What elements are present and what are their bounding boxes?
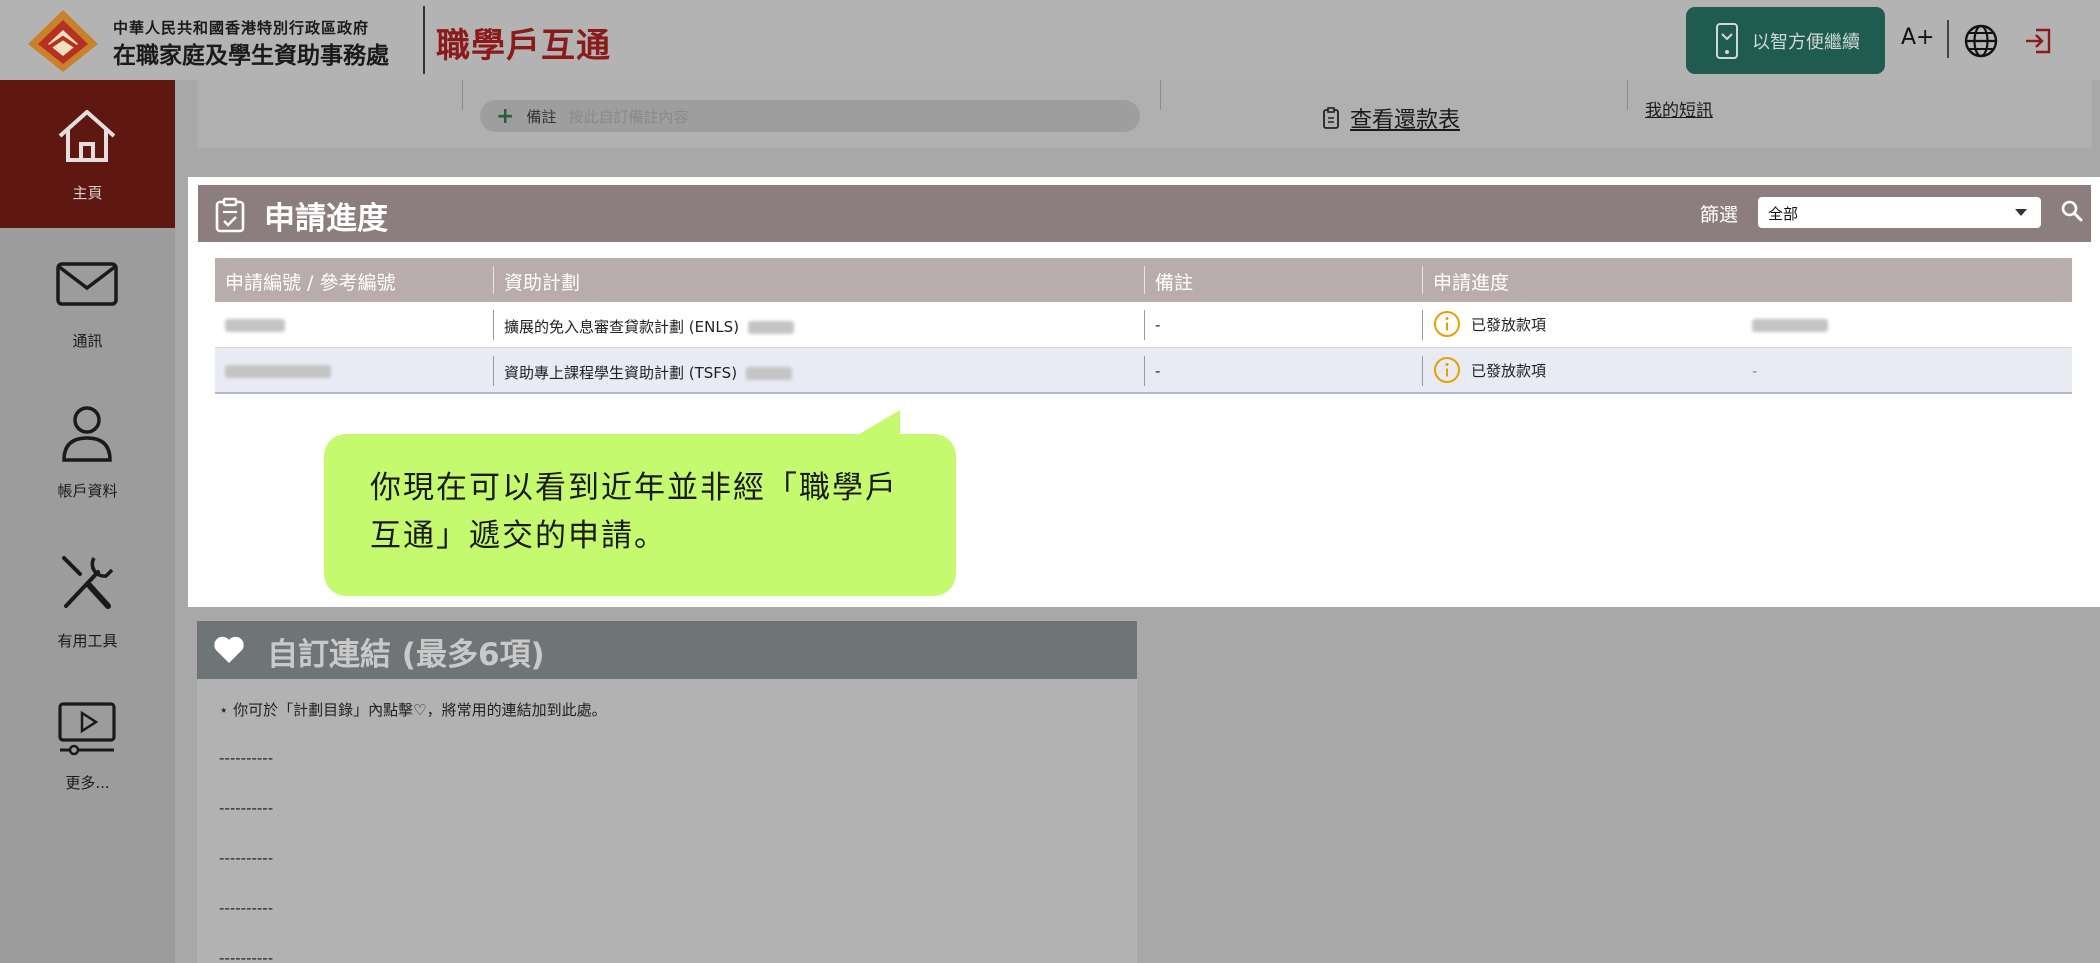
status-extra: - (1752, 362, 1758, 380)
column-divider (1144, 310, 1145, 340)
column-divider (493, 356, 494, 386)
custom-links-body: ⋆ 你可於「計劃目錄」內點擊♡，將常用的連結加到此處。 ---------- -… (197, 679, 1137, 963)
strip-separator (462, 80, 463, 110)
column-divider (1422, 310, 1423, 340)
sidebar-item-label: 帳戶資料 (57, 482, 118, 500)
status-date (1752, 316, 1828, 334)
filter-label: 篩選 (1700, 204, 1739, 226)
column-divider (1144, 266, 1145, 294)
globe-icon[interactable] (1963, 23, 1999, 59)
top-header: 中華人民共和國香港特別行政區政府 在職家庭及學生資助事務處 職學戶互通 以智方便… (0, 0, 2100, 80)
column-header-scheme: 資助計劃 (504, 272, 581, 294)
table-row[interactable]: 擴展的免入息審查貸款計劃 (ENLS) - 已發放款項 (215, 302, 2072, 348)
remark-cell: - (1155, 316, 1161, 334)
clipboard-icon (1323, 107, 1339, 129)
reference-number (225, 316, 285, 334)
status-text: 已發放款項 (1471, 315, 1547, 334)
custom-links-header: 自訂連結 (最多6項) (197, 621, 1137, 679)
gov-name: 中華人民共和國香港特別行政區政府 (113, 19, 370, 37)
application-table: 申請編號 / 參考編號 資助計劃 備註 申請進度 擴展的免入息審查貸款計劃 (E… (215, 258, 2072, 394)
search-icon[interactable] (2060, 199, 2084, 223)
column-header-remarks: 備註 (1155, 272, 1194, 294)
sidebar-item-more[interactable]: 更多... (0, 672, 175, 820)
scheme-cell: 資助專上課程學生資助計劃 (TSFS) (504, 362, 792, 383)
sidebar-item-label: 有用工具 (57, 632, 118, 650)
iamsmart-button[interactable]: 以智方便繼續 (1686, 7, 1885, 74)
note-label: 備註 (526, 107, 557, 126)
scheme-cell: 擴展的免入息審查貸款計劃 (ENLS) (504, 316, 794, 337)
tooltip-pointer (856, 410, 900, 436)
star-icon: ⋆ (219, 701, 234, 719)
clipboard-check-icon (215, 197, 245, 233)
note-placeholder: 按此自訂備註內容 (568, 107, 689, 126)
column-header-status: 申請進度 (1433, 272, 1510, 294)
heart-icon (214, 636, 244, 663)
repayment-label: 查看還款表 (1350, 108, 1461, 133)
sidebar-nav: 主頁 通訊 帳戶資料 有用工具 更多... (0, 80, 175, 963)
table-row[interactable]: 資助專上課程學生資助計劃 (TSFS) - 已發放款項 - (215, 348, 2072, 394)
sidebar-item-tools[interactable]: 有用工具 (0, 524, 175, 672)
panel-title: 申請進度 (264, 201, 388, 237)
status-text: 已發放款項 (1471, 361, 1547, 380)
panel-header: 申請進度 篩選 全部 (198, 185, 2091, 242)
info-icon[interactable] (1433, 356, 1461, 384)
sidebar-item-account[interactable]: 帳戶資料 (0, 376, 175, 524)
info-icon[interactable] (1433, 310, 1461, 338)
sidebar-item-label: 通訊 (72, 332, 103, 350)
custom-links-title: 自訂連結 (最多6項) (267, 637, 545, 673)
custom-link-slot[interactable]: ---------- (219, 799, 273, 817)
filter-value: 全部 (1768, 205, 1799, 223)
column-divider (1422, 266, 1423, 294)
remark-cell: - (1155, 362, 1161, 380)
user-icon (62, 406, 112, 462)
sidebar-item-messages[interactable]: 通訊 (0, 228, 175, 376)
scheme-name: 擴展的免入息審查貸款計劃 (ENLS) (504, 318, 740, 336)
custom-link-slot[interactable]: ---------- (219, 899, 273, 917)
column-divider (1422, 356, 1423, 386)
column-divider (1144, 356, 1145, 386)
tooltip-text: 你現在可以看到近年並非經「職學戶互通」遞交的申請。 (370, 470, 898, 554)
custom-link-slot[interactable]: ---------- (219, 949, 273, 963)
custom-link-slot[interactable]: ---------- (219, 749, 273, 767)
sidebar-item-label: 更多... (65, 774, 110, 792)
reference-number (225, 362, 331, 380)
table-header: 申請編號 / 參考編號 資助計劃 備註 申請進度 (215, 258, 2072, 302)
custom-link-slot[interactable]: ---------- (219, 849, 273, 867)
logout-icon[interactable] (2023, 26, 2053, 56)
scheme-name: 資助專上課程學生資助計劃 (TSFS) (504, 364, 738, 382)
portal-brand[interactable]: 職學戶互通 (436, 18, 611, 67)
status-cell: 已發放款項 (1433, 310, 1546, 338)
column-header-reference: 申請編號 / 參考編號 (225, 272, 396, 294)
summary-strip: + 備註 按此自訂備註內容 查看還款表 我的短訊 (197, 80, 2092, 148)
wfsfaa-logo-icon[interactable] (26, 8, 100, 74)
hint-text: 你可於「計劃目錄」內點擊♡，將常用的連結加到此處。 (233, 701, 607, 719)
tutorial-tooltip: 你現在可以看到近年並非經「職學戶互通」遞交的申請。 (324, 410, 956, 596)
home-icon (58, 110, 116, 162)
column-divider (493, 310, 494, 340)
custom-links-hint: ⋆ 你可於「計劃目錄」內點擊♡，將常用的連結加到此處。 (219, 699, 607, 720)
sidebar-item-home[interactable]: 主頁 (0, 80, 175, 228)
chevron-down-icon (2015, 209, 2027, 216)
strip-separator (1160, 80, 1161, 110)
smartphone-icon (1716, 22, 1738, 59)
tools-icon (62, 556, 114, 609)
repayment-schedule-link[interactable]: 查看還款表 (1322, 102, 1460, 134)
my-sms-link[interactable]: 我的短訊 (1645, 96, 1713, 121)
add-icon: + (496, 103, 515, 129)
column-divider (493, 266, 494, 294)
video-icon (58, 702, 116, 756)
brand-divider (423, 6, 425, 74)
mail-icon (56, 262, 118, 306)
font-size-button[interactable]: A+ (1901, 25, 1934, 50)
header-separator (1947, 20, 1949, 58)
status-cell: 已發放款項 (1433, 356, 1546, 384)
sidebar-item-label: 主頁 (72, 184, 103, 202)
add-note-field[interactable]: + 備註 按此自訂備註內容 (480, 100, 1140, 132)
iamsmart-label: 以智方便繼續 (1752, 31, 1860, 53)
strip-separator (1627, 80, 1628, 110)
filter-dropdown[interactable]: 全部 (1758, 197, 2041, 228)
agency-name: 在職家庭及學生資助事務處 (113, 43, 389, 69)
